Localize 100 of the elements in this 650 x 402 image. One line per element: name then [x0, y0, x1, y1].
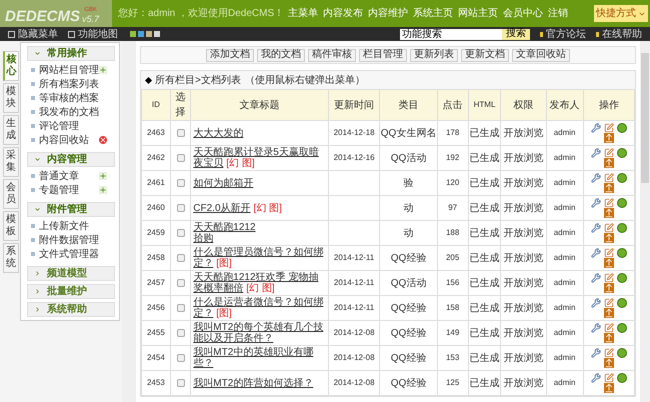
feature-map-link[interactable]: 功能地图	[78, 26, 118, 42]
action-button[interactable]: 栏目管理	[359, 48, 407, 62]
row-checkbox[interactable]	[176, 129, 185, 137]
menu-item[interactable]: 等审核的档案	[39, 90, 99, 106]
skin-swatch[interactable]	[130, 31, 136, 37]
edit-icon[interactable]	[604, 373, 614, 383]
row-checkbox[interactable]	[176, 329, 185, 337]
wrench-icon[interactable]	[590, 198, 601, 208]
menu-item[interactable]: 所有档案列表	[39, 76, 99, 92]
help-link[interactable]: 在线帮助	[602, 26, 642, 42]
side-tab[interactable]: 核心	[3, 51, 19, 81]
upload-icon[interactable]	[604, 183, 614, 193]
edit-icon[interactable]	[604, 198, 614, 208]
side-tab[interactable]: 模块	[3, 83, 19, 113]
side-tab[interactable]: 采集	[3, 147, 19, 177]
search-button[interactable]: 搜索	[502, 28, 530, 40]
globe-icon[interactable]	[616, 298, 627, 308]
row-checkbox[interactable]	[176, 179, 185, 187]
globe-icon[interactable]	[616, 223, 627, 233]
skin-swatch[interactable]	[146, 31, 152, 37]
search-field[interactable]: 功能搜索	[400, 28, 502, 40]
menu-group-header[interactable]: 常用操作	[27, 46, 115, 61]
action-button[interactable]: 更新列表	[410, 48, 458, 62]
edit-icon[interactable]	[604, 223, 614, 233]
globe-icon[interactable]	[616, 173, 627, 183]
menu-item[interactable]: 专题管理	[39, 182, 79, 198]
delete-icon[interactable]	[99, 136, 107, 144]
globe-icon[interactable]	[616, 273, 627, 283]
globe-icon[interactable]	[616, 373, 627, 383]
upload-icon[interactable]	[604, 308, 614, 318]
menu-item[interactable]: 网站栏目管理	[39, 62, 99, 78]
wrench-icon[interactable]	[590, 348, 601, 358]
page-scrollbar[interactable]	[640, 41, 650, 402]
upload-icon[interactable]	[604, 133, 614, 143]
help-link[interactable]: 官方论坛	[546, 26, 586, 42]
hide-menu-link[interactable]: 隐藏菜单	[18, 26, 58, 42]
action-button[interactable]: 添加文档	[206, 48, 254, 62]
globe-icon[interactable]	[616, 148, 627, 158]
upload-icon[interactable]	[604, 208, 614, 218]
action-button[interactable]: 更新文档	[461, 48, 509, 62]
edit-icon[interactable]	[604, 148, 614, 158]
menu-item[interactable]: 上传新文件	[39, 218, 89, 234]
side-tab[interactable]: 系统	[3, 243, 19, 273]
row-checkbox[interactable]	[176, 279, 185, 287]
upload-icon[interactable]	[604, 383, 614, 393]
menu-item[interactable]: 评论管理	[39, 118, 79, 134]
edit-icon[interactable]	[604, 248, 614, 258]
menu-item[interactable]: 普通文章	[39, 168, 79, 184]
wrench-icon[interactable]	[590, 148, 601, 158]
wrench-icon[interactable]	[590, 298, 601, 308]
row-checkbox[interactable]	[176, 379, 185, 387]
side-tab[interactable]: 会员	[3, 179, 19, 209]
menu-group-header[interactable]: 内容管理	[27, 152, 115, 167]
row-checkbox[interactable]	[176, 304, 185, 312]
wrench-icon[interactable]	[590, 173, 601, 183]
action-button[interactable]: 稿件审核	[308, 48, 356, 62]
menu-group-header[interactable]: 附件管理	[27, 202, 115, 217]
add-icon[interactable]	[99, 172, 107, 180]
wrench-icon[interactable]	[590, 323, 601, 333]
row-checkbox[interactable]	[176, 254, 185, 262]
globe-icon[interactable]	[616, 248, 627, 258]
row-checkbox[interactable]	[176, 354, 185, 362]
wrench-icon[interactable]	[590, 373, 601, 383]
menu-item[interactable]: 内容回收站	[39, 132, 89, 148]
upload-icon[interactable]	[604, 233, 614, 243]
edit-icon[interactable]	[604, 298, 614, 308]
upload-icon[interactable]	[604, 333, 614, 343]
scrollbar-thumb[interactable]	[641, 53, 649, 183]
edit-icon[interactable]	[604, 273, 614, 283]
add-icon[interactable]	[99, 186, 107, 194]
globe-icon[interactable]	[616, 123, 627, 133]
wrench-icon[interactable]	[590, 273, 601, 283]
menu-scrollbar[interactable]	[122, 41, 136, 402]
upload-icon[interactable]	[604, 283, 614, 293]
upload-icon[interactable]	[604, 158, 614, 168]
shortcut-button[interactable]: 快捷方式	[594, 5, 648, 22]
globe-icon[interactable]	[616, 323, 627, 333]
wrench-icon[interactable]	[590, 223, 601, 233]
upload-icon[interactable]	[604, 358, 614, 368]
row-checkbox[interactable]	[176, 204, 185, 212]
menu-item[interactable]: 文件式管理器	[39, 246, 99, 262]
edit-icon[interactable]	[604, 123, 614, 133]
row-checkbox[interactable]	[176, 154, 185, 162]
menu-group-header[interactable]: 频道模型	[27, 266, 115, 281]
action-button[interactable]: 文章回收站	[512, 48, 570, 62]
row-checkbox[interactable]	[176, 229, 185, 237]
wrench-icon[interactable]	[590, 123, 601, 133]
globe-icon[interactable]	[616, 198, 627, 208]
action-button[interactable]: 我的文档	[257, 48, 305, 62]
menu-item[interactable]: 我发布的文档	[39, 104, 99, 120]
upload-icon[interactable]	[604, 258, 614, 268]
skin-swatch[interactable]	[154, 31, 160, 37]
globe-icon[interactable]	[616, 348, 627, 358]
menu-group-header[interactable]: 系统帮助	[27, 302, 115, 317]
wrench-icon[interactable]	[590, 248, 601, 258]
edit-icon[interactable]	[604, 323, 614, 333]
menu-item[interactable]: 附件数据管理	[39, 232, 99, 248]
add-icon[interactable]	[99, 66, 107, 74]
side-tab[interactable]: 模板	[3, 211, 19, 241]
skin-swatch[interactable]	[138, 31, 144, 37]
